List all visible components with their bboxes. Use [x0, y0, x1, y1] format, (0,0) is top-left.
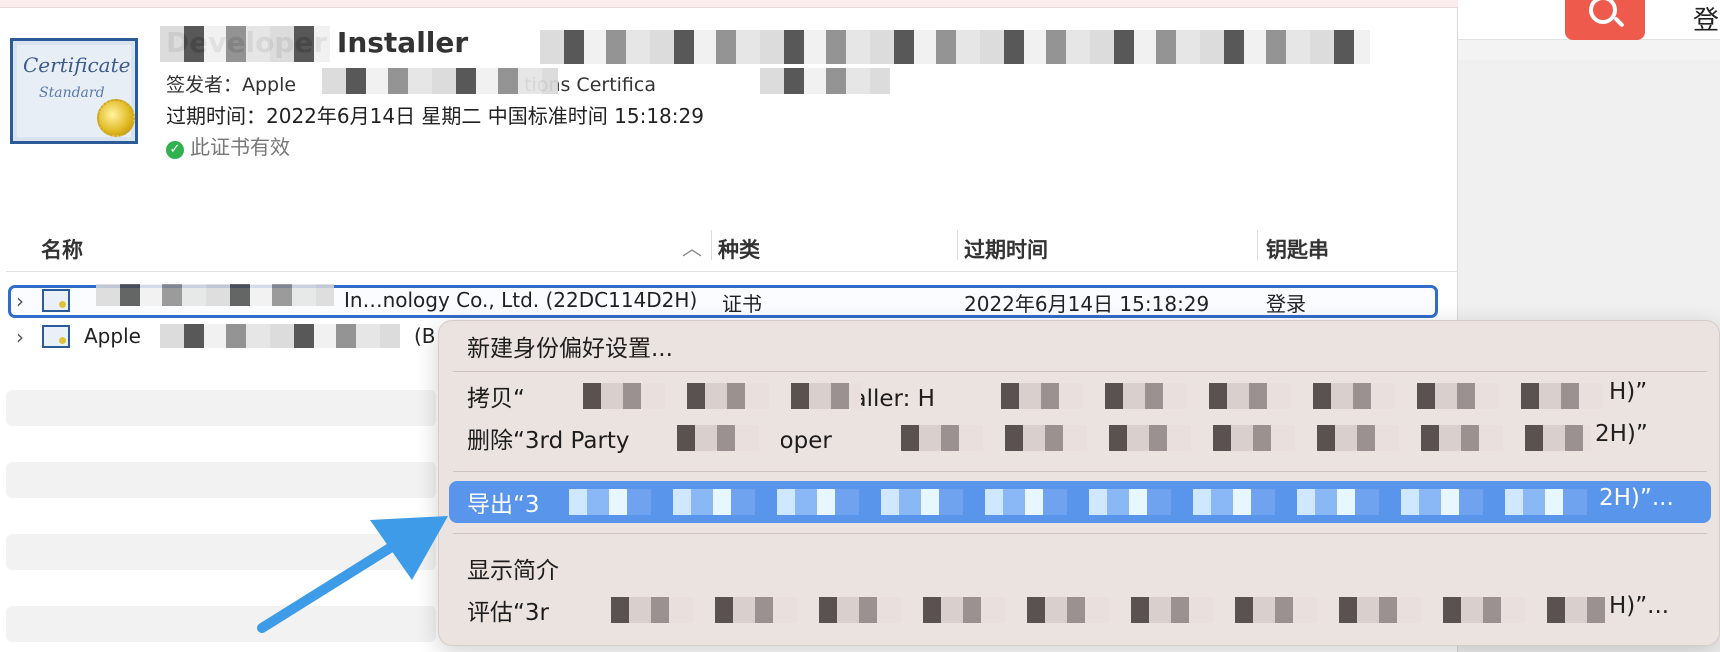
annotation-arrow-icon: [257, 516, 448, 633]
